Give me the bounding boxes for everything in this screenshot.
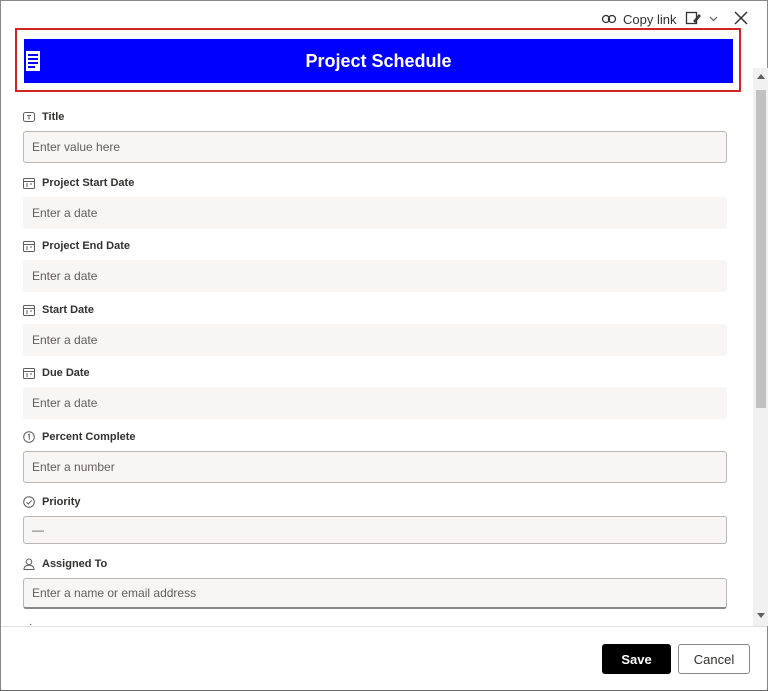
form-header: Project Schedule <box>24 39 733 83</box>
field-label-text: Priority <box>42 496 81 508</box>
edit-form-icon <box>685 11 701 25</box>
field-start-date: Start Date Enter a date <box>23 302 727 356</box>
percent-complete-input[interactable]: Enter a number <box>23 451 727 483</box>
panel-toolbar: Copy link <box>1 1 767 31</box>
placeholder-text: Enter a date <box>32 333 98 347</box>
project-start-date-input[interactable]: Enter a date <box>23 197 727 229</box>
calendar-icon <box>23 368 35 379</box>
field-label <box>23 617 727 625</box>
project-end-date-input[interactable]: Enter a date <box>23 260 727 292</box>
field-assigned-to: Assigned To Enter a name or email addres… <box>23 556 727 609</box>
field-partially-hidden <box>23 617 727 625</box>
placeholder-text: Enter a date <box>32 269 98 283</box>
save-button[interactable]: Save <box>602 644 671 674</box>
field-label-text: Due Date <box>42 367 90 379</box>
field-label: Project End Date <box>23 238 727 254</box>
calendar-icon <box>23 178 35 189</box>
person-icon <box>23 558 35 570</box>
field-title: Title Enter value here <box>23 109 727 163</box>
form-scrollbar[interactable] <box>753 68 768 626</box>
field-project-end-date: Project End Date Enter a date <box>23 238 727 292</box>
placeholder-text: Enter a number <box>32 460 115 474</box>
field-percent-complete: Percent Complete Enter a number <box>23 429 727 483</box>
item-form-panel: Copy link Project Schedule Title Enter v… <box>0 0 768 690</box>
priority-value: — <box>32 523 44 537</box>
chevron-down-icon <box>709 16 718 21</box>
edit-form-button[interactable] <box>685 10 718 26</box>
field-label-text: Project Start Date <box>42 177 135 189</box>
field-priority: Priority — <box>23 494 727 544</box>
field-label-text: Assigned To <box>42 558 108 570</box>
priority-dropdown[interactable]: — <box>23 516 727 544</box>
title-input[interactable]: Enter value here <box>23 131 727 163</box>
page-title: Project Schedule <box>305 50 452 71</box>
form-body: Title Enter value here Project Start Dat… <box>1 97 753 625</box>
placeholder-text: Enter value here <box>32 140 121 154</box>
field-label-text: Percent Complete <box>42 431 136 443</box>
field-label: Priority <box>23 494 727 510</box>
arrow-right-icon <box>29 623 32 625</box>
choice-check-icon <box>23 496 35 508</box>
copy-link-button[interactable]: Copy link <box>601 10 676 28</box>
due-date-input[interactable]: Enter a date <box>23 387 727 419</box>
header-highlight-frame: Project Schedule <box>15 28 741 92</box>
cancel-button[interactable]: Cancel <box>678 644 750 674</box>
form-footer: Save Cancel <box>1 626 767 690</box>
document-icon <box>26 51 40 71</box>
close-icon[interactable] <box>734 11 748 25</box>
scroll-up-arrow[interactable] <box>757 74 765 79</box>
field-label: Assigned To <box>23 556 727 572</box>
field-label-text: Start Date <box>42 304 94 316</box>
link-icon <box>601 14 617 24</box>
field-label: Percent Complete <box>23 429 727 445</box>
placeholder-text: Enter a date <box>32 396 98 410</box>
placeholder-text: Enter a date <box>32 206 98 220</box>
field-label: Title <box>23 109 727 125</box>
field-due-date: Due Date Enter a date <box>23 365 727 419</box>
field-project-start-date: Project Start Date Enter a date <box>23 175 727 229</box>
number-icon <box>23 431 35 443</box>
start-date-input[interactable]: Enter a date <box>23 324 727 356</box>
field-label-text: Title <box>42 111 65 123</box>
calendar-icon <box>23 241 35 252</box>
field-label: Start Date <box>23 302 727 318</box>
calendar-icon <box>23 305 35 316</box>
placeholder-text: Enter a name or email address <box>32 586 197 600</box>
field-label-text: Project End Date <box>42 240 131 252</box>
scroll-down-arrow[interactable] <box>757 613 765 618</box>
field-label: Due Date <box>23 365 727 381</box>
field-label: Project Start Date <box>23 175 727 191</box>
scrollbar-thumb[interactable] <box>756 90 766 408</box>
text-field-icon <box>23 112 35 122</box>
assigned-to-input[interactable]: Enter a name or email address <box>23 578 727 609</box>
copy-link-label: Copy link <box>623 11 677 27</box>
